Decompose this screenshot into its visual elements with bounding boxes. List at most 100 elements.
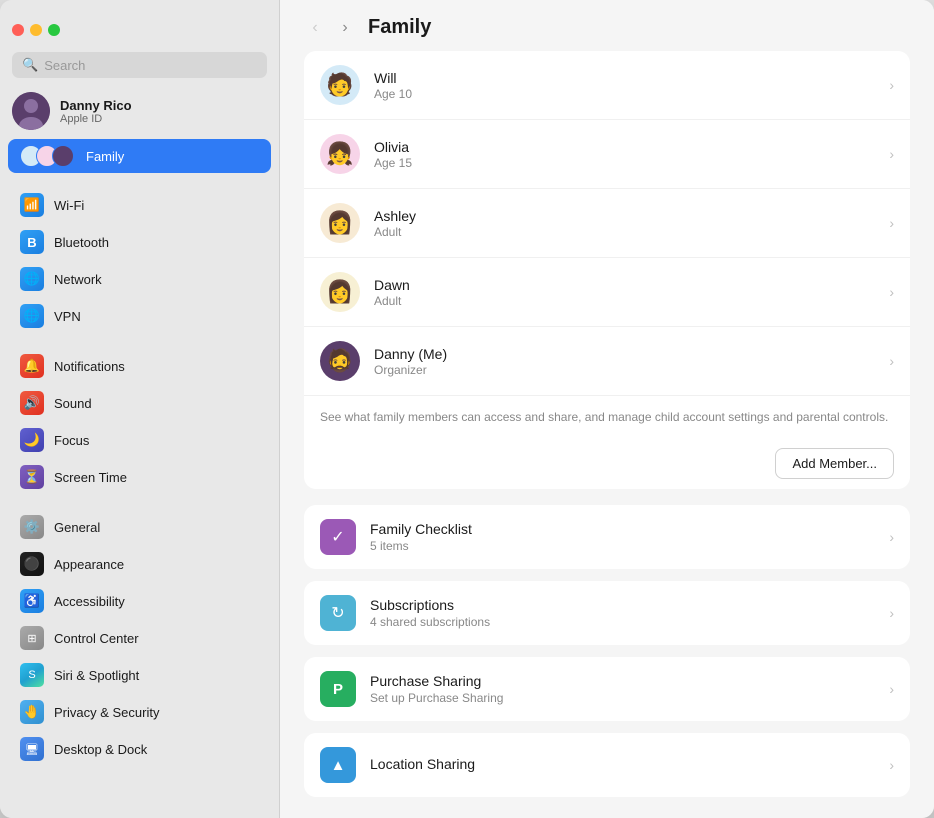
feature-name: Subscriptions bbox=[370, 597, 875, 613]
member-info: Olivia Age 15 bbox=[374, 139, 875, 170]
sidebar-item-label-screentime: Screen Time bbox=[54, 470, 127, 485]
user-name: Danny Rico bbox=[60, 98, 132, 113]
siri-icon: S bbox=[20, 663, 44, 687]
table-row[interactable]: 🧑 Will Age 10 › bbox=[304, 51, 910, 120]
bluetooth-icon: B bbox=[20, 230, 44, 254]
chevron-right-icon: › bbox=[889, 605, 894, 621]
focus-icon: 🌙 bbox=[20, 428, 44, 452]
member-name: Olivia bbox=[374, 139, 875, 155]
list-item[interactable]: P Purchase Sharing Set up Purchase Shari… bbox=[304, 657, 910, 721]
sidebar-item-bluetooth[interactable]: B Bluetooth bbox=[8, 224, 271, 260]
appearance-icon: ⚫ bbox=[20, 552, 44, 576]
close-button[interactable] bbox=[12, 24, 24, 36]
sidebar-item-label-notifications: Notifications bbox=[54, 359, 125, 374]
sidebar-item-label-accessibility: Accessibility bbox=[54, 594, 125, 609]
sidebar: 🔍 Danny Rico Apple ID bbox=[0, 0, 280, 818]
feature-info: Location Sharing bbox=[370, 756, 875, 774]
feature-card-purchase: P Purchase Sharing Set up Purchase Shari… bbox=[304, 657, 910, 721]
sidebar-divider-2 bbox=[0, 335, 279, 347]
sidebar-item-controlcenter[interactable]: ⊞ Control Center bbox=[8, 620, 271, 656]
table-row[interactable]: 👩 Dawn Adult › bbox=[304, 258, 910, 327]
sidebar-item-label-focus: Focus bbox=[54, 433, 89, 448]
vpn-icon: 🌐 bbox=[20, 304, 44, 328]
subscriptions-icon: ↻ bbox=[320, 595, 356, 631]
sidebar-item-family[interactable]: Family bbox=[8, 139, 271, 173]
accessibility-icon: ♿ bbox=[20, 589, 44, 613]
feature-card-location: ▲ Location Sharing › bbox=[304, 733, 910, 797]
member-name: Ashley bbox=[374, 208, 875, 224]
sidebar-item-notifications[interactable]: 🔔 Notifications bbox=[8, 348, 271, 384]
sidebar-item-label-siri: Siri & Spotlight bbox=[54, 668, 139, 683]
network-icon: 🌐 bbox=[20, 267, 44, 291]
sidebar-divider-1 bbox=[0, 174, 279, 186]
sidebar-item-wifi[interactable]: 📶 Wi-Fi bbox=[8, 187, 271, 223]
search-bar: 🔍 bbox=[12, 52, 267, 78]
table-row[interactable]: 🧔 Danny (Me) Organizer › bbox=[304, 327, 910, 396]
sidebar-item-label-bluetooth: Bluetooth bbox=[54, 235, 109, 250]
member-info: Dawn Adult bbox=[374, 277, 875, 308]
feature-name: Purchase Sharing bbox=[370, 673, 875, 689]
sidebar-item-siri[interactable]: S Siri & Spotlight bbox=[8, 657, 271, 693]
member-name: Will bbox=[374, 70, 875, 86]
chevron-right-icon: › bbox=[889, 146, 894, 162]
sidebar-item-label-sound: Sound bbox=[54, 396, 92, 411]
user-profile[interactable]: Danny Rico Apple ID bbox=[0, 86, 279, 136]
general-icon: ⚙️ bbox=[20, 515, 44, 539]
maximize-button[interactable] bbox=[48, 24, 60, 36]
sidebar-item-general[interactable]: ⚙️ General bbox=[8, 509, 271, 545]
add-member-button[interactable]: Add Member... bbox=[775, 448, 894, 479]
sidebar-item-network[interactable]: 🌐 Network bbox=[8, 261, 271, 297]
controlcenter-icon: ⊞ bbox=[20, 626, 44, 650]
sidebar-item-label-privacy: Privacy & Security bbox=[54, 705, 159, 720]
forward-button[interactable]: › bbox=[334, 17, 356, 39]
feature-sub: 5 items bbox=[370, 539, 875, 553]
table-row[interactable]: 👩 Ashley Adult › bbox=[304, 189, 910, 258]
avatar: 🧑 bbox=[320, 65, 360, 105]
page-title: Family bbox=[368, 16, 431, 39]
sidebar-item-vpn[interactable]: 🌐 VPN bbox=[8, 298, 271, 334]
feature-name: Location Sharing bbox=[370, 756, 875, 772]
sidebar-item-label-vpn: VPN bbox=[54, 309, 81, 324]
search-icon: 🔍 bbox=[22, 57, 38, 73]
feature-sub: 4 shared subscriptions bbox=[370, 615, 875, 629]
table-row[interactable]: 👧 Olivia Age 15 › bbox=[304, 120, 910, 189]
sidebar-item-accessibility[interactable]: ♿ Accessibility bbox=[8, 583, 271, 619]
chevron-right-icon: › bbox=[889, 529, 894, 545]
members-card: 🧑 Will Age 10 › 👧 Olivia Age 15 › bbox=[304, 51, 910, 489]
member-sub: Adult bbox=[374, 225, 875, 239]
sidebar-item-desktop[interactable]: 🖥 Desktop & Dock bbox=[8, 731, 271, 767]
member-info: Will Age 10 bbox=[374, 70, 875, 101]
minimize-button[interactable] bbox=[30, 24, 42, 36]
sidebar-item-appearance[interactable]: ⚫ Appearance bbox=[8, 546, 271, 582]
chevron-right-icon: › bbox=[889, 215, 894, 231]
sound-icon: 🔊 bbox=[20, 391, 44, 415]
member-info: Ashley Adult bbox=[374, 208, 875, 239]
sidebar-item-label-general: General bbox=[54, 520, 100, 535]
member-sub: Age 15 bbox=[374, 156, 875, 170]
user-info: Danny Rico Apple ID bbox=[60, 98, 132, 125]
sidebar-item-sound[interactable]: 🔊 Sound bbox=[8, 385, 271, 421]
sidebar-item-focus[interactable]: 🌙 Focus bbox=[8, 422, 271, 458]
sidebar-item-label-wifi: Wi-Fi bbox=[54, 198, 84, 213]
avatar: 🧔 bbox=[320, 341, 360, 381]
avatar: 👩 bbox=[320, 203, 360, 243]
traffic-lights bbox=[12, 24, 60, 36]
notifications-icon: 🔔 bbox=[20, 354, 44, 378]
member-sub: Organizer bbox=[374, 363, 875, 377]
sidebar-item-label-appearance: Appearance bbox=[54, 557, 124, 572]
list-item[interactable]: ↻ Subscriptions 4 shared subscriptions › bbox=[304, 581, 910, 645]
sidebar-item-privacy[interactable]: 🤚 Privacy & Security bbox=[8, 694, 271, 730]
list-item[interactable]: ✓ Family Checklist 5 items › bbox=[304, 505, 910, 569]
avatar: 👧 bbox=[320, 134, 360, 174]
feature-sub: Set up Purchase Sharing bbox=[370, 691, 875, 705]
main-content: ‹ › Family 🧑 Will Age 10 › 👧 bbox=[280, 0, 934, 818]
sidebar-item-screentime[interactable]: ⏳ Screen Time bbox=[8, 459, 271, 495]
list-item[interactable]: ▲ Location Sharing › bbox=[304, 733, 910, 797]
chevron-right-icon: › bbox=[889, 353, 894, 369]
chevron-right-icon: › bbox=[889, 77, 894, 93]
member-sub: Age 10 bbox=[374, 87, 875, 101]
back-button[interactable]: ‹ bbox=[304, 17, 326, 39]
member-info: Danny (Me) Organizer bbox=[374, 346, 875, 377]
member-name: Dawn bbox=[374, 277, 875, 293]
search-input[interactable] bbox=[44, 58, 257, 73]
